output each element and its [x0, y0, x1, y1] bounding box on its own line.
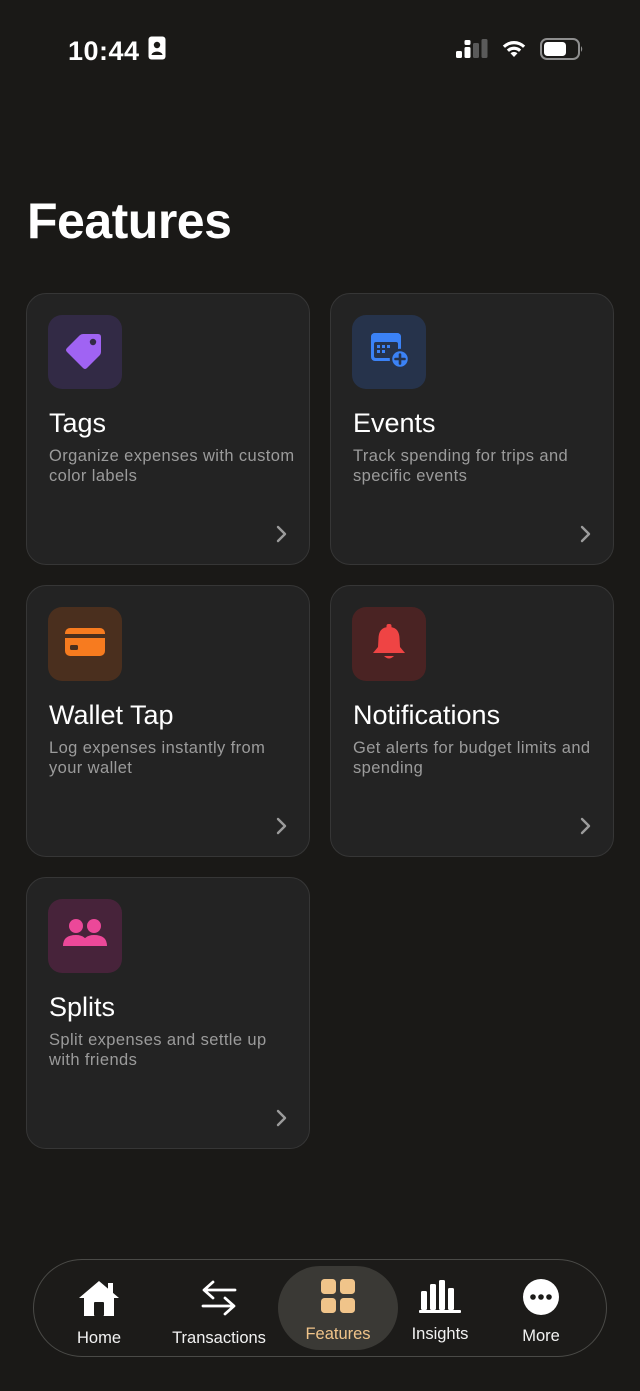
- chevron-right-icon: [579, 524, 593, 544]
- feature-card-events[interactable]: Events Track spending for trips and spec…: [330, 293, 614, 565]
- card-description: Split expenses and settle up with friend…: [49, 1031, 267, 1069]
- page-title: Features: [27, 193, 232, 249]
- cellular-signal-icon: [456, 38, 488, 65]
- status-indicators: [456, 38, 584, 65]
- feature-card-wallet-tap[interactable]: Wallet Tap Log expenses instantly from y…: [26, 585, 310, 857]
- tab-label: More: [522, 1327, 560, 1345]
- card-title: Splits: [49, 992, 116, 1022]
- tab-home[interactable]: Home: [62, 1266, 136, 1350]
- features-screen: 10:44 Features Tags Organize expenses wi…: [0, 0, 640, 1391]
- tab-label: Home: [76, 1329, 121, 1347]
- chevron-right-icon: [579, 816, 593, 836]
- home-icon: [77, 1278, 121, 1323]
- grid-icon: [320, 1278, 356, 1319]
- card-title: Events: [353, 408, 436, 438]
- more-dots-icon: [522, 1278, 560, 1321]
- feature-card-notifications[interactable]: Notifications Get alerts for budget limi…: [330, 585, 614, 857]
- tab-label: Features: [305, 1325, 371, 1343]
- chevron-right-icon: [275, 816, 289, 836]
- wallet-tap-icon-box: [48, 607, 122, 681]
- feature-card-tags[interactable]: Tags Organize expenses with custom color…: [26, 293, 310, 565]
- wifi-icon: [500, 38, 528, 65]
- splits-icon-box: [48, 899, 122, 973]
- notifications-icon-box: [352, 607, 426, 681]
- tag-icon: [65, 330, 105, 375]
- events-icon-box: [352, 315, 426, 389]
- card-title: Wallet Tap: [49, 700, 174, 730]
- calendar-plus-icon: [367, 328, 411, 377]
- tab-more[interactable]: More: [508, 1266, 574, 1350]
- bell-icon: [371, 622, 407, 667]
- status-time-wrap: 10:44: [68, 36, 166, 67]
- users-icon: [61, 916, 109, 957]
- chevron-right-icon: [275, 524, 289, 544]
- card-description: Log expenses instantly from your wallet: [49, 739, 266, 777]
- tab-label: Insights: [411, 1325, 469, 1343]
- status-bar: 10:44: [0, 0, 640, 104]
- card-title: Notifications: [353, 700, 501, 730]
- chevron-right-icon: [275, 1108, 289, 1128]
- id-card-icon: [148, 36, 166, 67]
- tab-transactions[interactable]: Transactions: [164, 1266, 274, 1350]
- tab-bar: Home Transactions Features Insights More: [33, 1259, 607, 1357]
- card-description: Track spending for trips and specific ev…: [353, 447, 569, 485]
- feature-card-splits[interactable]: Splits Split expenses and settle up with…: [26, 877, 310, 1149]
- card-title: Tags: [49, 408, 107, 438]
- battery-icon: [540, 38, 584, 65]
- tab-features[interactable]: Features: [278, 1266, 398, 1350]
- card-description: Get alerts for budget limits and spendin…: [353, 739, 591, 777]
- status-time: 10:44: [68, 36, 140, 66]
- arrows-exchange-icon: [199, 1278, 239, 1323]
- tags-icon-box: [48, 315, 122, 389]
- tab-insights[interactable]: Insights: [404, 1266, 476, 1350]
- bar-chart-icon: [419, 1278, 461, 1319]
- tab-label: Transactions: [172, 1329, 266, 1347]
- credit-card-icon: [64, 626, 106, 663]
- card-description: Organize expenses with custom color labe…: [49, 447, 295, 485]
